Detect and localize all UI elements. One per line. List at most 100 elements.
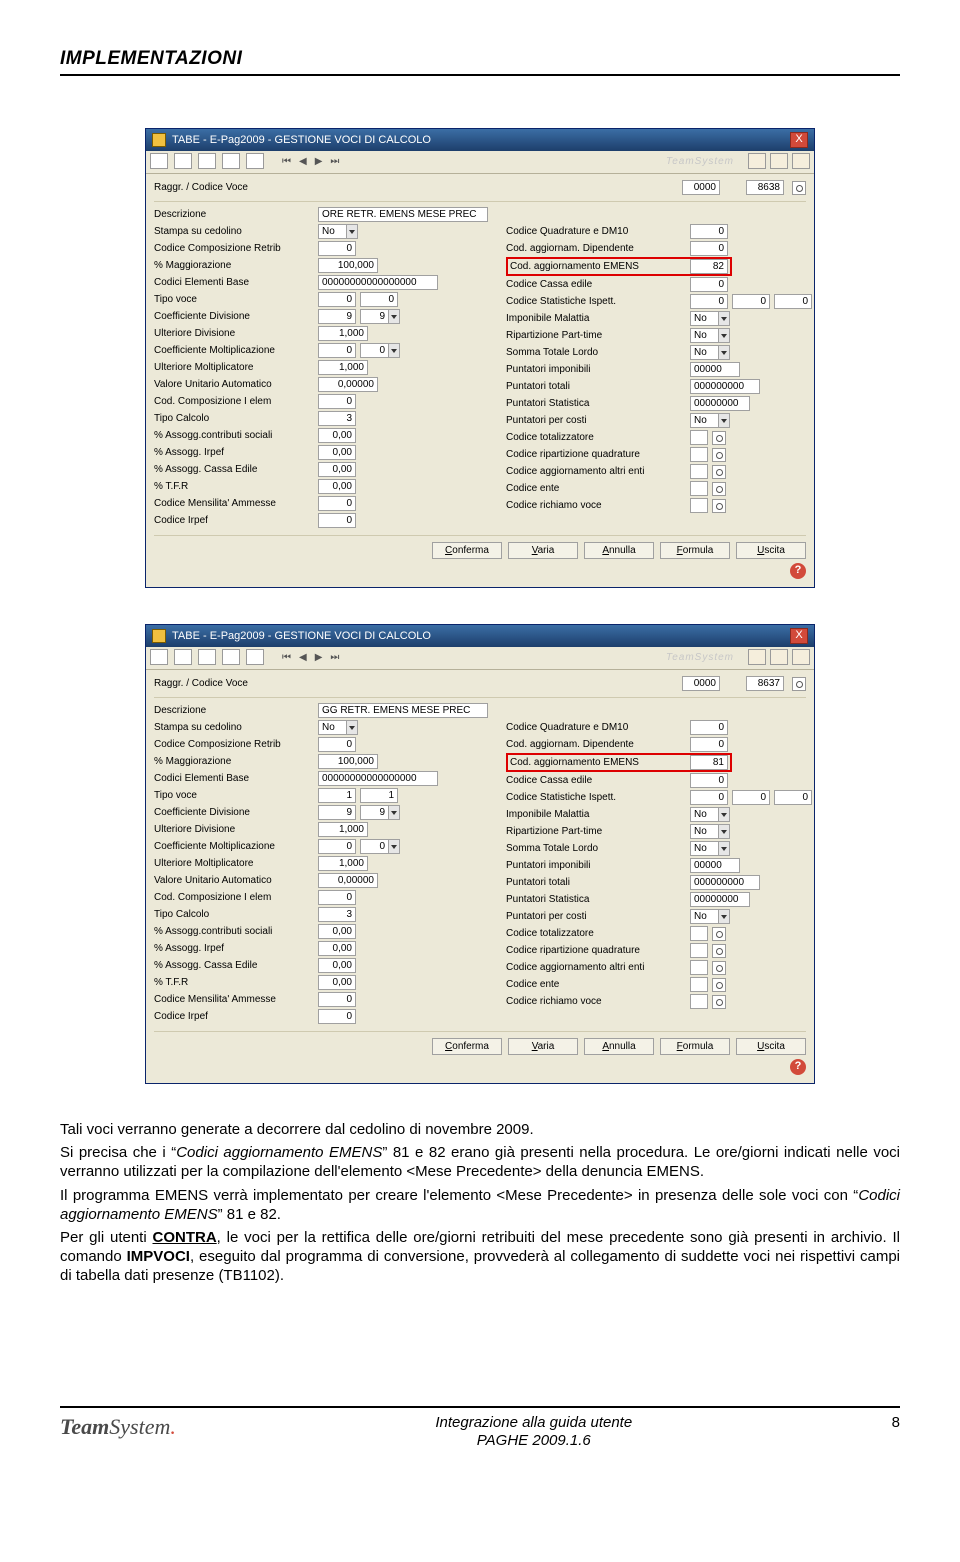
lookup-icon[interactable] xyxy=(712,448,726,462)
field-tipo-calcolo[interactable]: 3 xyxy=(318,411,356,426)
tool-right-3-icon[interactable] xyxy=(792,153,810,169)
tool-search-icon[interactable] xyxy=(246,153,264,169)
conferma-button[interactable]: Conferma xyxy=(432,1038,502,1055)
field-mensilita[interactable]: 0 xyxy=(318,496,356,511)
field-cod-comp-elem[interactable]: 0 xyxy=(318,394,356,409)
tool-search-icon[interactable] xyxy=(246,649,264,665)
field-cod-ente[interactable] xyxy=(690,977,708,992)
formula-button[interactable]: Formula xyxy=(660,1038,730,1055)
field-coeff-mol-1[interactable]: 0 xyxy=(318,343,356,358)
field-assogg-irpef[interactable]: 0,00 xyxy=(318,445,356,460)
nav-prev-icon[interactable]: ◀ xyxy=(299,156,307,167)
lookup-icon[interactable] xyxy=(712,944,726,958)
field-tfr[interactable]: 0,00 xyxy=(318,479,356,494)
field-somma-lordo[interactable]: No xyxy=(690,345,730,360)
lookup-icon[interactable] xyxy=(792,181,806,195)
field-stampa-cedolino[interactable]: No xyxy=(318,720,358,735)
nav-first-icon[interactable]: ⏮ xyxy=(282,652,291,663)
field-cod-agg-enti[interactable] xyxy=(690,464,708,479)
field-stat-3[interactable]: 0 xyxy=(774,294,812,309)
field-ult-div[interactable]: 1,000 xyxy=(318,822,368,837)
field-punt-costi[interactable]: No xyxy=(690,909,730,924)
field-tipo-voce-2[interactable]: 0 xyxy=(360,292,398,307)
field-cod-agg-dip[interactable]: 0 xyxy=(690,737,728,752)
lookup-icon[interactable] xyxy=(712,482,726,496)
field-rip-parttime[interactable]: No xyxy=(690,824,730,839)
field-mensilita[interactable]: 0 xyxy=(318,992,356,1007)
tool-new-icon[interactable] xyxy=(150,153,168,169)
field-coeff-mol-1[interactable]: 0 xyxy=(318,839,356,854)
field-val-unit[interactable]: 0,00000 xyxy=(318,377,378,392)
field-coeff-mol-2[interactable]: 0 xyxy=(360,839,400,854)
nav-prev-icon[interactable]: ◀ xyxy=(299,652,307,663)
tool-right-1-icon[interactable] xyxy=(748,649,766,665)
nav-last-icon[interactable]: ⏭ xyxy=(330,652,339,663)
field-stat-1[interactable]: 0 xyxy=(690,294,728,309)
lookup-icon[interactable] xyxy=(712,465,726,479)
field-cod-agg-emens[interactable]: 82 xyxy=(690,259,728,274)
field-tipo-voce-2[interactable]: 1 xyxy=(360,788,398,803)
field-punt-imp[interactable]: 00000 xyxy=(690,858,740,873)
field-cod-cassa-edile[interactable]: 0 xyxy=(690,277,728,292)
field-codice-voce[interactable]: 8637 xyxy=(746,676,784,691)
field-punt-stat[interactable]: 00000000 xyxy=(690,396,750,411)
field-cod-quad-dm10[interactable]: 0 xyxy=(690,720,728,735)
nav-next-icon[interactable]: ▶ xyxy=(315,156,323,167)
lookup-icon[interactable] xyxy=(712,431,726,445)
field-assogg-contr[interactable]: 0,00 xyxy=(318,924,356,939)
help-icon[interactable]: ? xyxy=(790,1059,806,1075)
field-cod-quad-dm10[interactable]: 0 xyxy=(690,224,728,239)
varia-button[interactable]: Varia xyxy=(508,542,578,559)
field-stat-2[interactable]: 0 xyxy=(732,790,770,805)
field-codice-voce[interactable]: 8638 xyxy=(746,180,784,195)
lookup-icon[interactable] xyxy=(712,961,726,975)
field-cod-agg-enti[interactable] xyxy=(690,960,708,975)
tool-new-icon[interactable] xyxy=(150,649,168,665)
field-assogg-cassa[interactable]: 0,00 xyxy=(318,958,356,973)
field-ult-mol[interactable]: 1,000 xyxy=(318,360,368,375)
tool-right-2-icon[interactable] xyxy=(770,649,788,665)
annulla-button[interactable]: Annulla xyxy=(584,1038,654,1055)
nav-next-icon[interactable]: ▶ xyxy=(315,652,323,663)
field-stat-1[interactable]: 0 xyxy=(690,790,728,805)
field-punt-imp[interactable]: 00000 xyxy=(690,362,740,377)
uscita-button[interactable]: Uscita xyxy=(736,1038,806,1055)
uscita-button[interactable]: Uscita xyxy=(736,542,806,559)
field-punt-tot[interactable]: 000000000 xyxy=(690,379,760,394)
field-coeff-mol-2[interactable]: 0 xyxy=(360,343,400,358)
field-coeff-div-1[interactable]: 9 xyxy=(318,805,356,820)
field-maggiorazione[interactable]: 100,000 xyxy=(318,754,378,769)
field-cod-agg-dip[interactable]: 0 xyxy=(690,241,728,256)
field-cod-irpef[interactable]: 0 xyxy=(318,1009,356,1024)
tool-right-1-icon[interactable] xyxy=(748,153,766,169)
field-cod-richiamo[interactable] xyxy=(690,994,708,1009)
field-descrizione[interactable]: ORE RETR. EMENS MESE PREC xyxy=(318,207,488,222)
field-imp-malattia[interactable]: No xyxy=(690,807,730,822)
tool-save-icon[interactable] xyxy=(198,649,216,665)
lookup-icon[interactable] xyxy=(712,995,726,1009)
field-somma-lordo[interactable]: No xyxy=(690,841,730,856)
tool-right-2-icon[interactable] xyxy=(770,153,788,169)
field-rip-parttime[interactable]: No xyxy=(690,328,730,343)
field-descrizione[interactable]: GG RETR. EMENS MESE PREC xyxy=(318,703,488,718)
field-tfr[interactable]: 0,00 xyxy=(318,975,356,990)
field-coeff-div-2[interactable]: 9 xyxy=(360,805,400,820)
field-cod-irpef[interactable]: 0 xyxy=(318,513,356,528)
field-cod-ente[interactable] xyxy=(690,481,708,496)
lookup-icon[interactable] xyxy=(712,499,726,513)
field-raggr[interactable]: 0000 xyxy=(682,676,720,691)
formula-button[interactable]: Formula xyxy=(660,542,730,559)
field-cod-rip-quad[interactable] xyxy=(690,447,708,462)
field-cod-richiamo[interactable] xyxy=(690,498,708,513)
field-imp-malattia[interactable]: No xyxy=(690,311,730,326)
field-punt-stat[interactable]: 00000000 xyxy=(690,892,750,907)
lookup-icon[interactable] xyxy=(712,927,726,941)
field-cod-totalizz[interactable] xyxy=(690,926,708,941)
tool-right-3-icon[interactable] xyxy=(792,649,810,665)
nav-first-icon[interactable]: ⏮ xyxy=(282,156,291,167)
close-icon[interactable]: X xyxy=(790,132,808,148)
close-icon[interactable]: X xyxy=(790,628,808,644)
varia-button[interactable]: Varia xyxy=(508,1038,578,1055)
lookup-icon[interactable] xyxy=(792,677,806,691)
field-coeff-div-1[interactable]: 9 xyxy=(318,309,356,324)
